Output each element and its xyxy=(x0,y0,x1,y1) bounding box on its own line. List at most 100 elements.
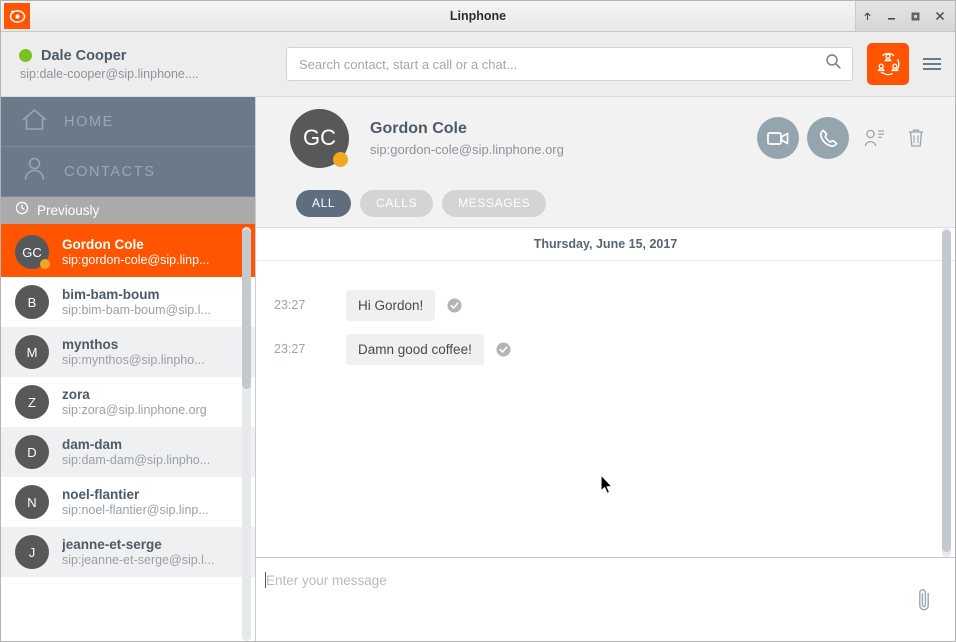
sidebar-item-home[interactable]: HOME xyxy=(1,97,255,147)
message-scrollbar[interactable] xyxy=(942,228,951,557)
maximize-button[interactable] xyxy=(904,5,927,28)
search-input[interactable] xyxy=(299,56,825,72)
contact-sip-address: sip:zora@sip.linphone.org xyxy=(62,403,207,417)
delivered-check-icon xyxy=(447,298,462,313)
contact-avatar: D xyxy=(15,435,49,469)
paperclip-icon[interactable] xyxy=(916,586,933,613)
contact-avatar: B xyxy=(15,285,49,319)
window-controls xyxy=(855,1,955,31)
contact-avatar: N xyxy=(15,485,49,519)
contact-sip-address: sip:bim-bam-boum@sip.l... xyxy=(62,303,211,317)
sidebar-item-contacts-label: CONTACTS xyxy=(64,163,156,180)
top-bar: Dale Cooper sip:dale-cooper@sip.linphone… xyxy=(1,32,955,97)
contact-avatar-initials: B xyxy=(27,294,37,310)
contact-avatar-initials: Z xyxy=(28,394,36,410)
contact-list-item[interactable]: GC Gordon Cole sip:gordon-cole@sip.linp... xyxy=(1,227,255,277)
message-row: 23:27 Hi Gordon! xyxy=(256,283,933,327)
contact-name: noel-flantier xyxy=(62,487,140,502)
previously-section-header: Previously xyxy=(1,197,255,227)
filter-chip-messages[interactable]: MESSAGES xyxy=(442,189,547,217)
contact-sip-address: sip:mynthos@sip.linpho... xyxy=(62,353,205,367)
contact-list-item[interactable]: Nnoel-flantier sip:noel-flantier@sip.linp… xyxy=(1,477,255,527)
contact-details-button[interactable] xyxy=(857,121,891,155)
peer-info: Gordon Cole sip:gordon-cole@sip.linphone… xyxy=(370,120,564,157)
minimize-button[interactable] xyxy=(880,5,903,28)
sidebar-item-home-label: HOME xyxy=(64,113,114,130)
contact-list-item[interactable]: Ddam-dam sip:dam-dam@sip.linpho... xyxy=(1,427,255,477)
contact-avatar-initials: N xyxy=(27,494,37,510)
contact-name: zora xyxy=(62,387,90,402)
message-timestamp: 23:27 xyxy=(274,298,306,312)
conversation-filters: ALL CALLS MESSAGES xyxy=(256,179,955,227)
home-icon xyxy=(21,107,48,137)
conversation-header: GC Gordon Cole sip:gordon-cole@sip.linph… xyxy=(256,97,955,179)
contact-name: dam-dam xyxy=(62,437,123,452)
peer-status-dot-icon xyxy=(333,151,348,167)
contact-sip-address: sip:dam-dam@sip.linpho... xyxy=(62,453,211,467)
contact-text: jeanne-et-serge sip:jeanne-et-serge@sip.l… xyxy=(62,537,214,567)
peer-name: Gordon Cole xyxy=(370,119,467,137)
contact-avatar-initials: M xyxy=(26,344,38,360)
contact-text: mynthos sip:mynthos@sip.linpho... xyxy=(62,337,205,367)
text-caret xyxy=(265,572,266,588)
filter-chip-all[interactable]: ALL xyxy=(296,189,352,217)
peer-avatar-initials: GC xyxy=(303,125,336,150)
search-icon xyxy=(825,53,842,75)
contact-sip-address: sip:gordon-cole@sip.linp... xyxy=(62,253,210,267)
date-separator: Thursday, June 15, 2017 xyxy=(256,228,955,261)
title-bar: Linphone xyxy=(1,1,955,32)
message-bubble[interactable]: Hi Gordon! xyxy=(346,289,436,321)
contact-avatar: GC xyxy=(15,235,50,269)
delivered-check-icon xyxy=(496,342,511,357)
contact-list-item[interactable]: Zzora sip:zora@sip.linphone.org xyxy=(1,377,255,427)
sidebar-scrollbar-thumb[interactable] xyxy=(242,229,251,389)
contact-list-item[interactable]: Mmynthos sip:mynthos@sip.linpho... xyxy=(1,327,255,377)
contact-status-dot-icon xyxy=(40,259,50,269)
peer-avatar: GC xyxy=(290,108,349,168)
conversation-panel: GC Gordon Cole sip:gordon-cole@sip.linph… xyxy=(256,97,955,641)
message-input[interactable] xyxy=(256,558,955,641)
linphone-window: Linphone Dale Cooper sip:dale-cooper@sip… xyxy=(0,0,956,642)
previously-section-label: Previously xyxy=(37,203,100,218)
contact-text: bim-bam-boum sip:bim-bam-boum@sip.l... xyxy=(62,287,211,317)
message-list: 23:27 Hi Gordon! 23:27 Damn good coffee! xyxy=(256,261,955,371)
hamburger-menu-icon[interactable] xyxy=(909,43,955,85)
message-scroll-area: Thursday, June 15, 2017 23:27 Hi Gordon! 2… xyxy=(256,227,955,557)
shade-button[interactable] xyxy=(856,5,879,28)
conference-icon[interactable] xyxy=(867,43,909,85)
close-button[interactable] xyxy=(928,5,951,28)
delete-history-button[interactable] xyxy=(899,121,933,155)
contact-list: GC Gordon Cole sip:gordon-cole@sip.linp...… xyxy=(1,227,255,641)
presence-dot-icon xyxy=(19,49,32,62)
sidebar-scrollbar[interactable] xyxy=(242,227,251,641)
video-call-button[interactable] xyxy=(757,117,799,159)
contact-avatar: Z xyxy=(15,385,49,419)
window-title: Linphone xyxy=(449,9,507,23)
message-row: 23:27 Damn good coffee! xyxy=(256,327,933,371)
contact-list-item[interactable]: Bbim-bam-boum sip:bim-bam-boum@sip.l... xyxy=(1,277,255,327)
contact-name: Gordon Cole xyxy=(62,237,144,252)
contacts-icon xyxy=(21,156,48,187)
linphone-logo-icon xyxy=(4,3,30,29)
filter-chip-calls[interactable]: CALLS xyxy=(360,189,434,217)
search-box[interactable] xyxy=(286,47,853,81)
account-name: Dale Cooper xyxy=(41,47,127,64)
contact-list-item[interactable]: Jjeanne-et-serge sip:jeanne-et-serge@sip.… xyxy=(1,527,255,577)
contact-text: Gordon Cole sip:gordon-cole@sip.linp... xyxy=(62,237,210,267)
message-scrollbar-thumb[interactable] xyxy=(942,230,951,552)
account-name-row: Dale Cooper xyxy=(19,48,256,64)
contact-avatar-initials: D xyxy=(27,444,37,460)
sidebar-item-contacts[interactable]: CONTACTS xyxy=(1,147,255,197)
contact-avatar-initials: GC xyxy=(22,244,42,260)
contact-text: noel-flantier sip:noel-flantier@sip.linp.… xyxy=(62,487,209,517)
sidebar: HOME CONTACTS Previously GC Gordon Cole … xyxy=(1,97,256,641)
body: HOME CONTACTS Previously GC Gordon Cole … xyxy=(1,97,955,641)
account-panel[interactable]: Dale Cooper sip:dale-cooper@sip.linphone… xyxy=(1,48,256,81)
account-sip-address: sip:dale-cooper@sip.linphone.... xyxy=(20,66,199,81)
conversation-actions xyxy=(757,117,933,159)
contact-name: bim-bam-boum xyxy=(62,287,160,302)
message-timestamp: 23:27 xyxy=(274,342,306,356)
audio-call-button[interactable] xyxy=(807,117,849,159)
contact-avatar: J xyxy=(15,535,49,569)
message-bubble[interactable]: Damn good coffee! xyxy=(346,333,484,365)
